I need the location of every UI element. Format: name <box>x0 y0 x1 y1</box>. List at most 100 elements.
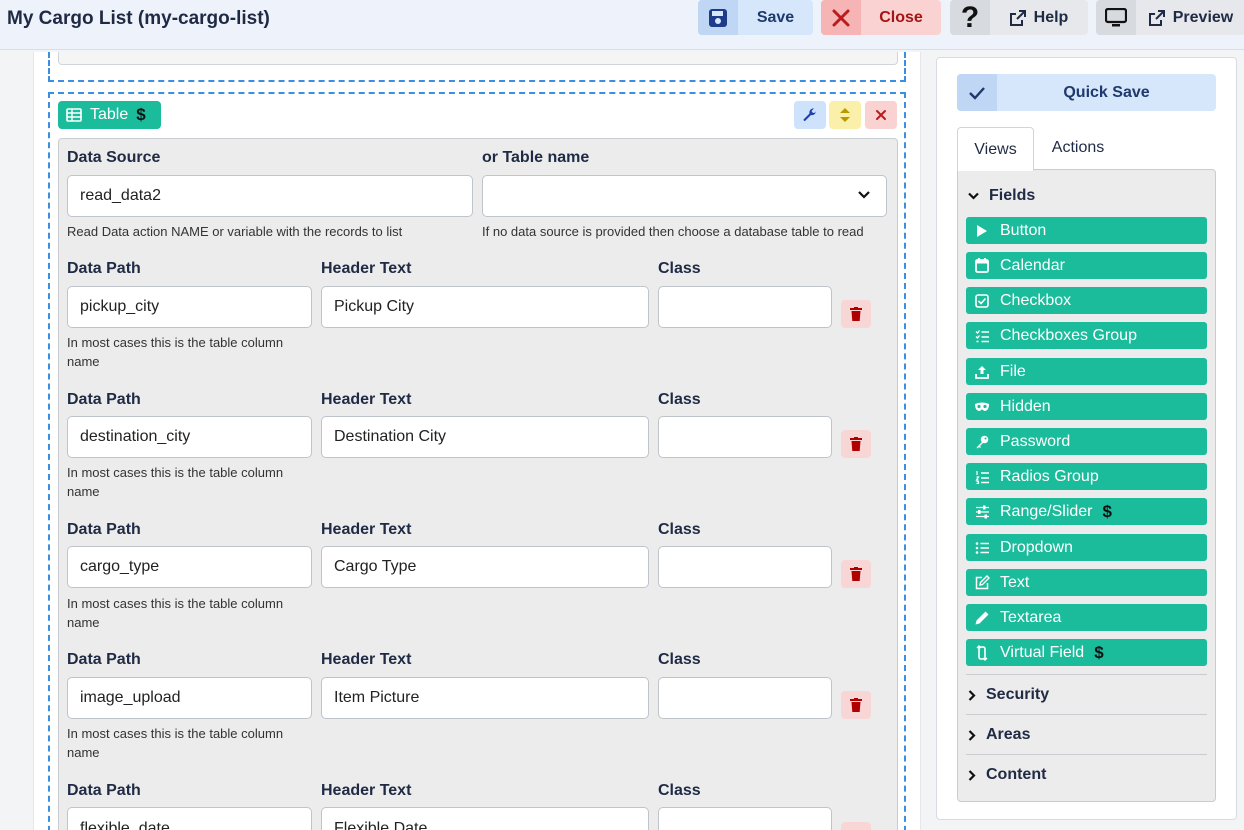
class-label: Class <box>658 521 701 538</box>
field-virtual-field[interactable]: Virtual Field $ <box>966 639 1207 666</box>
fields-section-toggle[interactable]: Fields <box>968 187 1035 205</box>
data-source-input[interactable]: read_data2 <box>67 175 473 217</box>
table-block-tag-label: Table <box>90 106 129 123</box>
field-dropdown[interactable]: Dropdown <box>966 534 1207 561</box>
field-range-slider[interactable]: Range/Slider $ <box>966 498 1207 525</box>
field-radios-group[interactable]: Radios Group <box>966 463 1207 490</box>
delete-column-button[interactable] <box>841 691 871 719</box>
field-text[interactable]: Text <box>966 569 1207 596</box>
header-text-label: Header Text <box>321 260 412 277</box>
wrench-icon <box>803 108 817 122</box>
table-name-label: or Table name <box>482 149 590 166</box>
chevron-right-icon <box>968 689 976 701</box>
field-button[interactable]: Button <box>966 217 1207 244</box>
key-icon <box>974 434 990 450</box>
field-label: File <box>1000 362 1026 380</box>
header-text-label: Header Text <box>321 651 412 668</box>
data-source-label: Data Source <box>67 149 161 166</box>
header-text-input[interactable]: Pickup City <box>321 286 649 328</box>
field-textarea[interactable]: Textarea <box>966 604 1207 631</box>
data-path-help: In most cases this is the table column na… <box>67 726 284 760</box>
premium-badge: $ <box>136 105 146 124</box>
delete-column-button[interactable] <box>841 430 871 458</box>
x-icon <box>876 110 886 120</box>
field-label: Range/Slider <box>1000 502 1093 520</box>
delete-column-button[interactable] <box>841 560 871 588</box>
tab-views[interactable]: Views <box>957 127 1034 171</box>
field-file[interactable]: File <box>966 358 1207 385</box>
preview-button[interactable]: Preview <box>1096 0 1244 35</box>
data-path-input-value: flexible_date <box>80 820 170 830</box>
move-button[interactable] <box>829 101 861 129</box>
edit-icon <box>974 575 990 591</box>
chevron-down-icon <box>968 192 979 200</box>
areas-section-toggle[interactable]: Areas <box>968 726 1030 744</box>
save-button-label: Save <box>756 8 795 26</box>
data-path-help: In most cases this is the table column na… <box>67 335 284 369</box>
header-text-input-value: Flexible Date <box>334 820 428 830</box>
pencil-icon <box>974 610 990 626</box>
data-path-input[interactable]: destination_city <box>67 416 312 458</box>
class-input[interactable] <box>658 416 832 458</box>
upload-icon <box>974 364 990 380</box>
field-password[interactable]: Password <box>966 428 1207 455</box>
monitor-icon <box>1096 0 1136 35</box>
data-path-label: Data Path <box>67 260 141 277</box>
external-link-icon <box>1148 9 1165 26</box>
field-hidden[interactable]: Hidden <box>966 393 1207 420</box>
repeat-icon <box>974 644 990 661</box>
content-section-toggle[interactable]: Content <box>968 766 1046 784</box>
class-label: Class <box>658 260 701 277</box>
header-text-input[interactable]: Flexible Date <box>321 807 649 830</box>
field-label: Virtual Field <box>1000 643 1085 661</box>
security-section-toggle[interactable]: Security <box>968 686 1049 704</box>
header-text-label: Header Text <box>321 782 412 799</box>
class-input[interactable] <box>658 546 832 588</box>
save-button[interactable]: Save <box>698 0 813 35</box>
field-label: Checkbox <box>1000 291 1072 309</box>
quick-save-label: Quick Save <box>1063 83 1150 101</box>
field-checkbox[interactable]: Checkbox <box>966 287 1207 314</box>
preview-button-label: Preview <box>1172 8 1234 26</box>
page-title: My Cargo List (my-cargo-list) <box>7 8 270 29</box>
areas-section-label: Areas <box>986 726 1031 743</box>
data-path-input[interactable]: image_upload <box>67 677 312 719</box>
settings-button[interactable] <box>794 101 826 129</box>
premium-badge: $ <box>1102 501 1112 521</box>
field-label: Dropdown <box>1000 538 1073 556</box>
class-input[interactable] <box>658 677 832 719</box>
data-path-label: Data Path <box>67 521 141 538</box>
header-text-input[interactable]: Item Picture <box>321 677 649 719</box>
data-source-help: Read Data action NAME or variable with t… <box>67 224 403 239</box>
checklist-icon <box>974 328 990 344</box>
question-mark-icon: ? <box>950 0 990 35</box>
remove-block-button[interactable] <box>865 101 897 129</box>
trash-icon <box>850 698 862 712</box>
top-bar: My Cargo List (my-cargo-list) Save Close… <box>0 0 1244 50</box>
sort-arrows-icon <box>840 108 850 122</box>
quick-save-button[interactable]: Quick Save <box>957 74 1216 111</box>
close-button[interactable]: Close <box>821 0 941 35</box>
chevron-right-icon <box>968 769 976 781</box>
class-input[interactable] <box>658 807 832 830</box>
field-calendar[interactable]: Calendar <box>966 252 1207 279</box>
header-text-input[interactable]: Destination City <box>321 416 649 458</box>
table-block-tag[interactable]: Table $ <box>58 101 161 129</box>
help-button-label: Help <box>1033 8 1069 26</box>
header-text-input[interactable]: Cargo Type <box>321 546 649 588</box>
trash-icon <box>850 437 862 451</box>
play-icon <box>974 223 990 239</box>
data-path-input[interactable]: flexible_date <box>67 807 312 830</box>
data-path-input[interactable]: cargo_type <box>67 546 312 588</box>
table-name-select[interactable] <box>482 175 887 217</box>
tab-actions[interactable]: Actions <box>1036 127 1120 169</box>
field-label: Radios Group <box>1000 467 1099 485</box>
data-path-input[interactable]: pickup_city <box>67 286 312 328</box>
delete-column-button[interactable] <box>841 300 871 328</box>
field-checkboxes-group[interactable]: Checkboxes Group <box>966 322 1207 349</box>
class-input[interactable] <box>658 286 832 328</box>
help-button[interactable]: ? Help <box>950 0 1088 35</box>
divider <box>966 754 1207 755</box>
header-text-label: Header Text <box>321 521 412 538</box>
delete-column-button[interactable] <box>841 822 871 830</box>
